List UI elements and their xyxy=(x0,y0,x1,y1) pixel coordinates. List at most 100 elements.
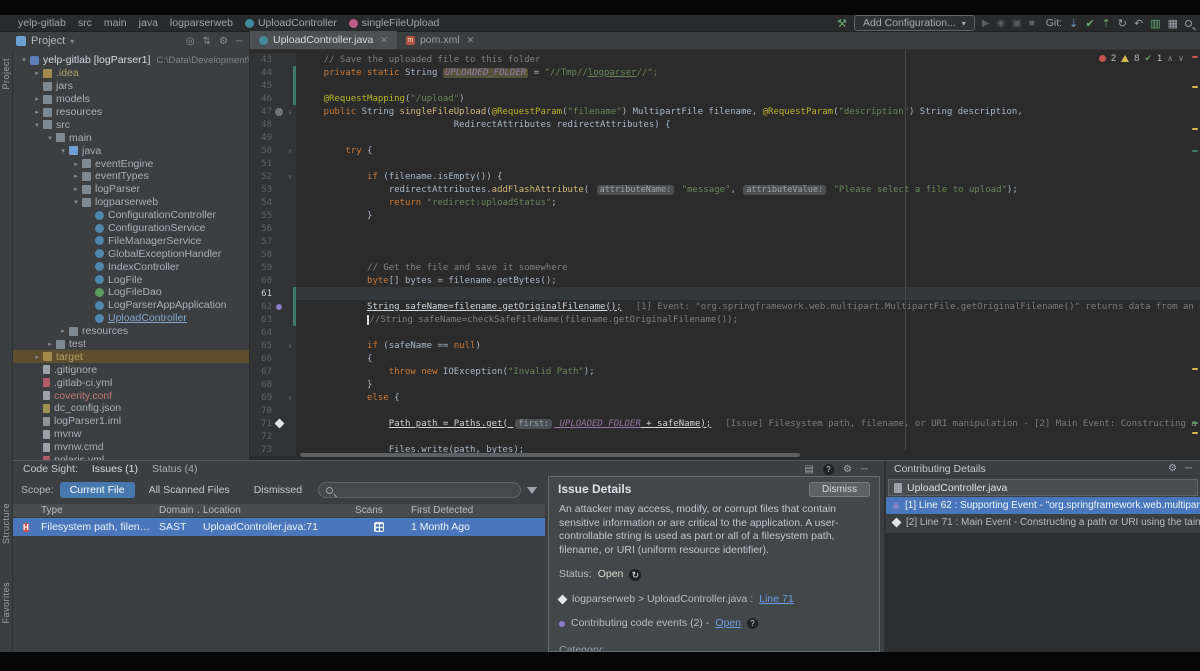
error-stripe[interactable] xyxy=(1190,50,1200,460)
tree-item[interactable]: .gitignore xyxy=(13,363,249,376)
tree-item[interactable]: ▸models xyxy=(13,93,249,106)
code-text[interactable] xyxy=(296,248,1200,261)
fold-icon[interactable]: ∨ xyxy=(286,342,294,350)
method-marker-icon[interactable] xyxy=(275,108,283,116)
close-icon[interactable]: ✕ xyxy=(467,35,475,46)
tree-item[interactable]: LogParserAppApplication xyxy=(13,299,249,312)
code-line[interactable]: 48RedirectAttributes redirectAttributes)… xyxy=(250,118,1200,131)
expand-arrow-icon[interactable]: ▸ xyxy=(71,172,81,180)
build-hammer-icon[interactable]: ⚒ xyxy=(837,17,847,30)
tree-item[interactable]: ▸resources xyxy=(13,325,249,338)
code-line[interactable]: 54return "redirect:uploadStatus"; xyxy=(250,196,1200,209)
code-line[interactable]: 59// Get the file and save it somewhere xyxy=(250,261,1200,274)
expand-collapse-icon[interactable]: ⇅ xyxy=(203,36,211,47)
code-line[interactable]: 68} xyxy=(250,378,1200,391)
tree-item[interactable]: ConfigurationController xyxy=(13,209,249,222)
tree-item[interactable]: ▸logParser xyxy=(13,183,249,196)
change-stripe-mark[interactable] xyxy=(1192,150,1198,152)
horizontal-scrollbar[interactable] xyxy=(300,453,800,457)
code-line[interactable]: 53redirectAttributes.addFlashAttribute( … xyxy=(250,183,1200,196)
next-issue-icon[interactable]: ∨ xyxy=(1178,54,1184,63)
table-header-cell[interactable]: Type xyxy=(37,505,155,516)
editor-tab[interactable]: mpom.xml✕ xyxy=(397,31,483,49)
code-text[interactable] xyxy=(296,235,1200,248)
code-sight-tab[interactable]: Issues (1) xyxy=(92,463,138,475)
hide-panel-icon[interactable]: ─ xyxy=(1185,463,1192,474)
warning-stripe-mark[interactable] xyxy=(1192,432,1198,434)
code-text[interactable]: if (safeName == null) xyxy=(296,339,1200,352)
tree-item[interactable]: .gitlab-ci.yml xyxy=(13,376,249,389)
tree-item[interactable]: mvnw xyxy=(13,428,249,441)
project-panel-title[interactable]: Project xyxy=(31,35,65,47)
code-text[interactable] xyxy=(296,404,1200,417)
code-line[interactable]: 52∨if (filename.isEmpty()) { xyxy=(250,170,1200,183)
list-icon[interactable]: ▤ xyxy=(804,464,813,475)
breadcrumb-item[interactable]: logparserweb xyxy=(170,17,233,29)
dismiss-button[interactable]: Dismiss xyxy=(809,482,870,497)
tree-item[interactable]: ▾logparserweb xyxy=(13,196,249,209)
tree-item[interactable]: ▾java xyxy=(13,144,249,157)
tree-item[interactable]: coverity.conf xyxy=(13,389,249,402)
code-line[interactable]: 45 xyxy=(250,79,1200,92)
help-icon[interactable]: ? xyxy=(747,618,758,629)
code-text[interactable]: RedirectAttributes redirectAttributes) { xyxy=(296,118,1200,131)
refresh-status-icon[interactable]: ↻ xyxy=(629,569,641,581)
table-header-cell[interactable]: Domain▲ xyxy=(155,505,199,516)
code-sight-tab[interactable]: Status (4) xyxy=(152,463,198,475)
tool-strip-structure[interactable]: Structure xyxy=(1,503,11,544)
debug-icon[interactable]: ◉ xyxy=(997,18,1006,29)
tree-item[interactable]: logParser1.iml xyxy=(13,415,249,428)
fold-icon[interactable]: ∨ xyxy=(286,108,294,116)
search-everywhere-icon[interactable] xyxy=(1185,20,1192,27)
expand-arrow-icon[interactable]: ▸ xyxy=(58,327,68,335)
code-text[interactable]: //String safeName=checkSafeFileName(file… xyxy=(296,313,1200,326)
collapse-arrow-icon[interactable]: ▾ xyxy=(32,121,42,129)
gear-icon[interactable]: ⚙ xyxy=(219,36,228,47)
gear-icon[interactable]: ⚙ xyxy=(1168,463,1177,474)
tree-item[interactable]: ConfigurationService xyxy=(13,222,249,235)
supporting-event-icon[interactable] xyxy=(276,304,282,310)
history-icon[interactable]: ↻ xyxy=(1118,17,1127,30)
code-text[interactable] xyxy=(296,430,1200,443)
code-editor[interactable]: 43// Save the uploaded file to this fold… xyxy=(250,50,1200,460)
tree-item[interactable]: ▾src xyxy=(13,118,249,131)
code-line[interactable]: 51 xyxy=(250,157,1200,170)
issue-table-row[interactable]: HFilesystem path, filename, or URI ...SA… xyxy=(13,518,545,536)
code-line[interactable]: 60byte[] bytes = filename.getBytes(); xyxy=(250,274,1200,287)
code-line[interactable]: 72 xyxy=(250,430,1200,443)
code-line[interactable]: 44private static String UPLOADED_FOLDER … xyxy=(250,66,1200,79)
breadcrumb-item[interactable]: yelp-gitlab xyxy=(18,17,66,29)
run-icon[interactable]: ▶ xyxy=(982,18,990,29)
code-text[interactable] xyxy=(296,287,1200,300)
issue-location-link[interactable]: Line 71 xyxy=(759,593,793,607)
code-line[interactable]: 70 xyxy=(250,404,1200,417)
code-text[interactable]: // Save the uploaded file to this folder xyxy=(296,53,1200,66)
tree-item[interactable]: UploadController xyxy=(13,312,249,325)
tool-windows-icon[interactable]: ▥ xyxy=(1150,17,1160,30)
code-text[interactable]: redirectAttributes.addFlashAttribute( at… xyxy=(296,183,1200,196)
collapse-arrow-icon[interactable]: ▾ xyxy=(58,147,68,155)
expand-arrow-icon[interactable]: ▸ xyxy=(32,353,42,361)
breadcrumb-item[interactable]: UploadController xyxy=(245,17,337,29)
code-text[interactable] xyxy=(296,222,1200,235)
warning-stripe-mark[interactable] xyxy=(1192,128,1198,130)
code-text[interactable] xyxy=(296,157,1200,170)
code-text[interactable]: try { xyxy=(296,144,1200,157)
gear-icon[interactable]: ⚙ xyxy=(843,464,852,475)
fold-icon[interactable]: ∨ xyxy=(286,173,294,181)
code-line[interactable]: 67throw new IOException("Invalid Path"); xyxy=(250,365,1200,378)
code-text[interactable]: throw new IOException("Invalid Path"); xyxy=(296,365,1200,378)
code-line[interactable]: 57 xyxy=(250,235,1200,248)
code-line[interactable]: 64 xyxy=(250,326,1200,339)
breadcrumb-item[interactable]: src xyxy=(78,17,92,29)
code-text[interactable]: } xyxy=(296,378,1200,391)
code-text[interactable]: @RequestMapping("/upload") xyxy=(296,92,1200,105)
expand-arrow-icon[interactable]: ▸ xyxy=(32,69,42,77)
code-line[interactable]: 49 xyxy=(250,131,1200,144)
search-input[interactable] xyxy=(338,485,513,496)
code-line[interactable]: 63//String safeName=checkSafeFileName(fi… xyxy=(250,313,1200,326)
git-push-icon[interactable]: ⇡ xyxy=(1102,17,1111,30)
warning-stripe-mark[interactable] xyxy=(1192,368,1198,370)
scope-filter-button[interactable]: All Scanned Files xyxy=(139,482,240,498)
code-line[interactable]: 50∨try { xyxy=(250,144,1200,157)
